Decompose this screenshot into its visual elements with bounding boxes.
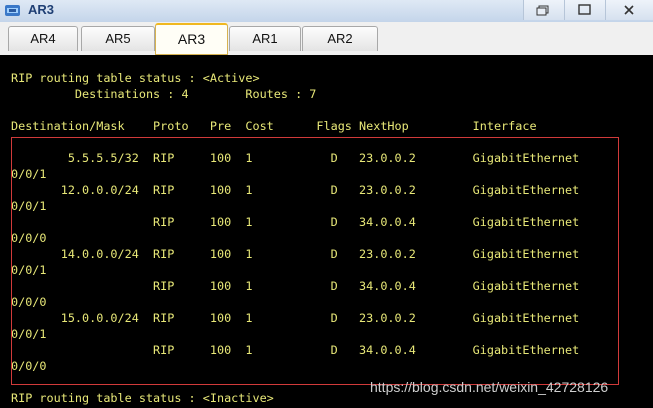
title-bar: AR3 — [0, 0, 653, 23]
tab-label: AR3 — [177, 31, 206, 47]
device-tab-bar: AR4 AR5 AR3 AR1 AR2 — [0, 22, 653, 76]
tab-ar1[interactable]: AR1 — [229, 26, 301, 51]
window-title: AR3 — [28, 2, 55, 17]
highlight-annotation-box — [11, 137, 619, 385]
restore-button[interactable] — [523, 0, 564, 20]
terminal-line: RIP routing table status : <Active> — [11, 71, 260, 85]
router-app-icon — [4, 3, 21, 18]
watermark-text: https://blog.csdn.net/weixin_42728126 — [370, 379, 609, 395]
tab-ar2[interactable]: AR2 — [302, 26, 378, 51]
tab-ar4[interactable]: AR4 — [8, 26, 78, 51]
terminal-line: Destination/Mask Proto Pre Cost Flags Ne… — [11, 119, 537, 133]
terminal-line: Destinations : 4 Routes : 7 — [11, 87, 317, 101]
tab-ar5[interactable]: AR5 — [81, 26, 155, 51]
close-button[interactable] — [605, 0, 653, 20]
tab-ar3[interactable]: AR3 — [155, 23, 228, 55]
window-controls — [523, 0, 653, 21]
tab-label: AR2 — [327, 31, 353, 46]
terminal-line: RIP routing table status : <Inactive> — [11, 391, 274, 405]
maximize-button[interactable] — [564, 0, 605, 20]
tab-label: AR4 — [30, 31, 56, 46]
tab-label: AR1 — [252, 31, 278, 46]
tab-label: AR5 — [105, 31, 131, 46]
